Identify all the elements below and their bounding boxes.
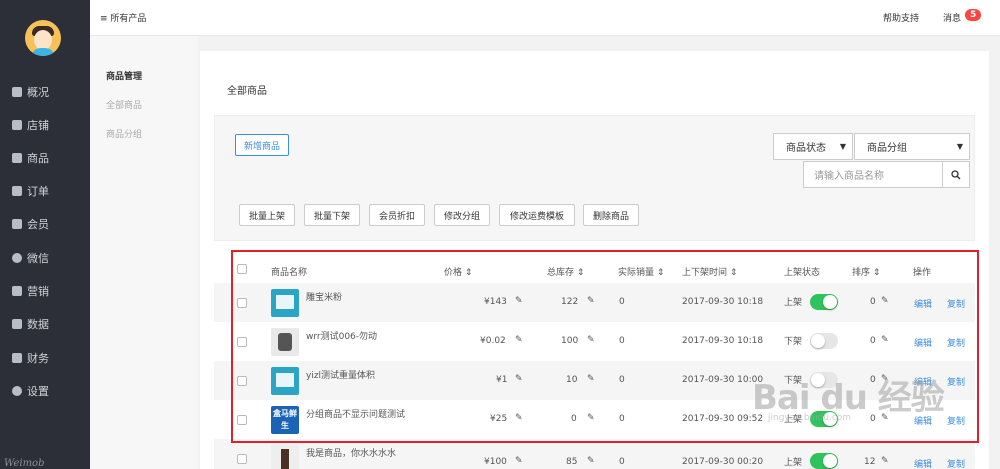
- list-icon: [12, 87, 22, 97]
- finance-icon: [12, 353, 22, 363]
- goods-icon: [12, 153, 22, 163]
- store-icon: [12, 120, 22, 130]
- dropdown-arrow-icon: ▼: [956, 142, 963, 151]
- chart-icon: [12, 319, 22, 329]
- product-stock: 85: [566, 457, 578, 467]
- sidebar-item-goods[interactable]: 商品: [0, 147, 90, 169]
- settings-icon: [12, 386, 22, 396]
- product-thumbnail: [271, 445, 299, 469]
- shelf-status-label: 上架: [784, 458, 803, 468]
- marketing-icon: [12, 286, 22, 296]
- all-products-menu[interactable]: ≡ 所有产品: [100, 11, 146, 24]
- row-checkbox[interactable]: [237, 454, 247, 464]
- message-count-badge: 5: [965, 9, 982, 21]
- change-group-button[interactable]: 修改分组: [434, 204, 490, 226]
- shelf-toggle[interactable]: [810, 453, 838, 469]
- order-icon: [12, 186, 22, 196]
- search-button[interactable]: [942, 161, 970, 188]
- goods-group-select[interactable]: 商品分组 ▼: [854, 133, 970, 160]
- dropdown-arrow-icon: ▼: [839, 142, 846, 151]
- wechat-icon: [12, 253, 22, 263]
- edit-link[interactable]: 编辑: [914, 457, 932, 469]
- product-name[interactable]: 我是商品，你水水水水: [306, 446, 396, 459]
- top-bar: ≡ 所有产品 帮助支持 消息 5: [90, 0, 1000, 36]
- delete-goods-button[interactable]: 删除商品: [583, 204, 639, 226]
- brand-logo: Weimob: [4, 458, 45, 469]
- change-shipping-template-button[interactable]: 修改运费模板: [499, 204, 575, 226]
- table-row: 我是商品，你水水水水 ¥100 ✎ 85 ✎ 0 2017-09-30 00:2…: [214, 439, 975, 469]
- sidebar-item-wechat[interactable]: 微信: [0, 247, 90, 269]
- sort-value: 12: [864, 457, 876, 467]
- subnav-item-all-goods[interactable]: 全部商品: [106, 98, 142, 111]
- sub-navigation: 商品管理 全部商品 商品分组: [90, 36, 198, 469]
- sidebar-item-store[interactable]: 店铺: [0, 114, 90, 136]
- add-goods-button[interactable]: 新增商品: [235, 134, 289, 156]
- help-link[interactable]: 帮助支持: [883, 11, 919, 24]
- watermark: Bai du 经验: [752, 378, 945, 418]
- avatar[interactable]: [25, 20, 61, 56]
- sidebar-item-settings[interactable]: 设置: [0, 380, 90, 402]
- sidebar-item-orders[interactable]: 订单: [0, 180, 90, 202]
- goods-status-select[interactable]: 商品状态 ▼: [773, 133, 853, 160]
- sidebar-item-overview[interactable]: 概况: [0, 81, 90, 103]
- sidebar-item-marketing[interactable]: 营销: [0, 280, 90, 302]
- batch-off-shelf-button[interactable]: 批量下架: [304, 204, 360, 226]
- member-icon: [12, 219, 22, 229]
- watermark-url: jingyan.baidu.com: [768, 413, 852, 423]
- product-sales: 0: [619, 457, 625, 467]
- messages-link[interactable]: 消息: [943, 11, 961, 24]
- product-price: ¥100: [484, 457, 507, 467]
- member-discount-button[interactable]: 会员折扣: [369, 204, 425, 226]
- sidebar-item-members[interactable]: 会员: [0, 213, 90, 235]
- edit-pencil-icon[interactable]: ✎: [587, 456, 595, 466]
- edit-pencil-icon[interactable]: ✎: [881, 456, 889, 466]
- subnav-title: 商品管理: [106, 72, 143, 82]
- page-title: 全部商品: [227, 86, 267, 97]
- search-icon: [951, 169, 961, 179]
- sidebar: 概况 店铺 商品 订单 会员 微信 营销 数据 财务 设置 Weimob: [0, 0, 90, 469]
- toolbar-panel: 新增商品 商品状态 ▼ 商品分组 ▼ 请输入商品名称 批量上架 批量下架 会员折扣 …: [214, 115, 975, 241]
- search-input[interactable]: 请输入商品名称: [803, 161, 943, 188]
- sidebar-item-finance[interactable]: 财务: [0, 347, 90, 369]
- sidebar-item-data[interactable]: 数据: [0, 313, 90, 335]
- shelf-time: 2017-09-30 00:20: [682, 457, 764, 467]
- batch-on-shelf-button[interactable]: 批量上架: [239, 204, 295, 226]
- edit-pencil-icon[interactable]: ✎: [515, 456, 523, 466]
- copy-link[interactable]: 复制: [947, 457, 965, 469]
- subnav-item-goods-groups[interactable]: 商品分组: [106, 127, 142, 140]
